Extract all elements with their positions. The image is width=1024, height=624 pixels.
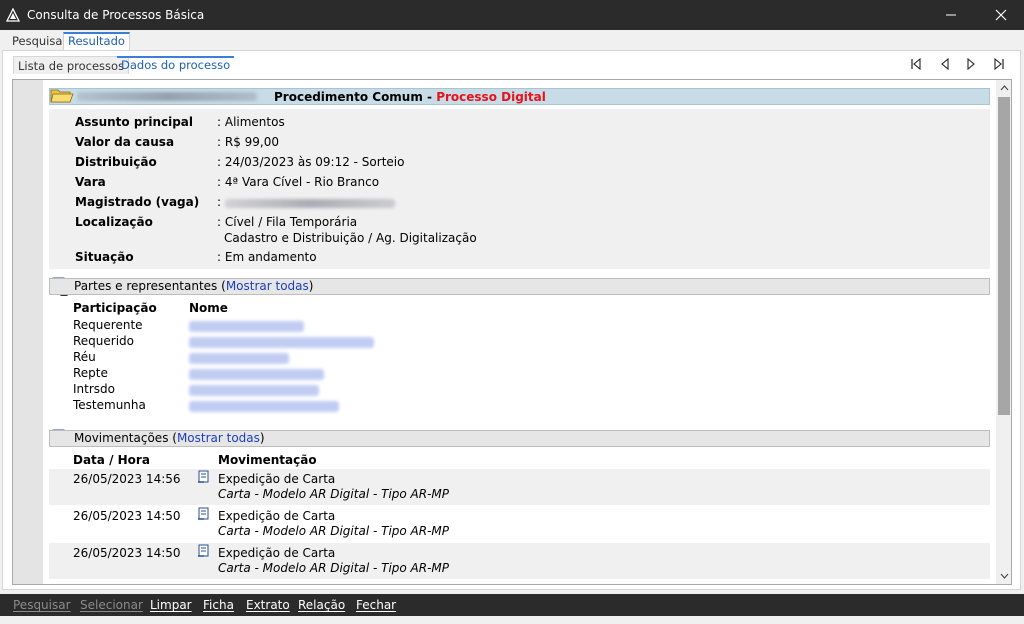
movement-date: 26/05/2023 14:50 bbox=[73, 546, 181, 560]
field-label: Valor da causa bbox=[75, 135, 175, 149]
minimize-button[interactable] bbox=[928, 0, 974, 30]
result-panel: Lista de processos Dados do processo Pro… bbox=[2, 50, 1021, 590]
scrollbar-thumb[interactable] bbox=[998, 97, 1010, 415]
process-number-redacted bbox=[77, 92, 257, 101]
field-value: : R$ 99,00 bbox=[217, 135, 279, 149]
movement-title: Expedição de Carta bbox=[218, 509, 336, 523]
movement-detail: Carta - Modelo AR Digital - Tipo AR-MP bbox=[218, 561, 450, 575]
field-label: Distribuição bbox=[75, 155, 157, 169]
field-label: Magistrado (vaga) bbox=[75, 195, 200, 209]
partes-title-close: ) bbox=[308, 279, 314, 293]
movement-date: 26/05/2023 14:50 bbox=[73, 509, 181, 523]
movement-detail: Carta - Modelo AR Digital - Tipo AR-MP bbox=[218, 487, 450, 501]
vertical-scrollbar[interactable] bbox=[996, 80, 1011, 584]
party-name-redacted[interactable] bbox=[189, 353, 289, 364]
process-info-box: Assunto principal : Alimentos Valor da c… bbox=[49, 109, 990, 269]
movimentacoes-section-header: Movimentações (Mostrar todas) bbox=[49, 430, 990, 447]
scroll-down-icon[interactable] bbox=[996, 568, 1011, 584]
field-value: : 24/03/2023 às 09:12 - Sorteio bbox=[217, 155, 405, 169]
first-page-icon bbox=[911, 58, 921, 70]
tab-resultado[interactable]: Resultado bbox=[63, 32, 130, 50]
field-value: : Cível / Fila Temporária bbox=[217, 215, 358, 229]
document-icon[interactable] bbox=[197, 544, 211, 558]
next-record-button[interactable] bbox=[963, 56, 979, 72]
movement-title: Expedição de Carta bbox=[218, 472, 336, 486]
open-folder-icon bbox=[49, 85, 75, 105]
col-data-hora: Data / Hora bbox=[73, 453, 150, 467]
fechar-button[interactable]: Fechar bbox=[356, 598, 396, 612]
party-role: Réu bbox=[73, 350, 96, 364]
party-role: Intrsdo bbox=[73, 382, 115, 396]
app-logo-icon bbox=[6, 8, 20, 22]
party-role: Requerido bbox=[73, 334, 135, 348]
last-record-button[interactable] bbox=[991, 56, 1007, 72]
col-movimentacao: Movimentação bbox=[218, 453, 317, 467]
partes-section-header: Partes e representantes (Mostrar todas) bbox=[49, 278, 990, 295]
left-gutter bbox=[13, 80, 43, 584]
field-value: : bbox=[217, 195, 222, 209]
window-title: Consulta de Processos Básica bbox=[27, 8, 205, 22]
party-name-redacted[interactable] bbox=[189, 337, 374, 348]
close-icon bbox=[995, 9, 1007, 21]
main-tabs: Pesquisa Resultado bbox=[0, 30, 1024, 50]
subtab-lista-processos[interactable]: Lista de processos bbox=[13, 56, 130, 74]
partes-show-all-link[interactable]: Mostrar todas bbox=[226, 279, 309, 293]
last-page-icon bbox=[994, 58, 1004, 70]
party-role: Testemunha bbox=[73, 398, 146, 412]
partes-section-title: Partes e representantes ( bbox=[74, 279, 226, 293]
field-label: Vara bbox=[75, 175, 106, 189]
title-bar: Consulta de Processos Básica bbox=[0, 0, 1024, 30]
field-label: Assunto principal bbox=[75, 115, 194, 129]
party-role: Repte bbox=[73, 366, 108, 380]
movimentacoes-title-close: ) bbox=[259, 431, 265, 445]
movement-row[interactable]: 26/05/2023 14:56 Expedição de Carta Cart… bbox=[49, 469, 990, 505]
field-label: Localização bbox=[75, 215, 153, 229]
field-label: Situação bbox=[75, 250, 134, 264]
digital-process-badge: Processo Digital bbox=[436, 90, 546, 104]
previous-icon bbox=[941, 58, 949, 70]
tab-pesquisa[interactable]: Pesquisa bbox=[8, 32, 66, 50]
extrato-button[interactable]: Extrato bbox=[246, 598, 290, 612]
movement-row[interactable]: 26/05/2023 14:50 Expedição de Carta Cart… bbox=[49, 543, 990, 579]
minimize-icon bbox=[946, 14, 956, 16]
first-record-button[interactable] bbox=[908, 56, 924, 72]
party-name-redacted[interactable] bbox=[189, 401, 339, 412]
movement-date: 26/05/2023 14:56 bbox=[73, 472, 181, 486]
ficha-button[interactable]: Ficha bbox=[203, 598, 234, 612]
previous-record-button[interactable] bbox=[937, 56, 953, 72]
magistrate-name-redacted bbox=[225, 199, 395, 208]
field-value: : Alimentos bbox=[217, 115, 285, 129]
document-icon[interactable] bbox=[197, 470, 211, 484]
process-class-separator: - bbox=[422, 90, 437, 104]
movement-title: Expedição de Carta bbox=[218, 546, 336, 560]
field-value: : Em andamento bbox=[217, 250, 317, 264]
document-icon[interactable] bbox=[197, 507, 211, 521]
party-name-redacted[interactable] bbox=[189, 321, 304, 332]
next-icon bbox=[967, 58, 975, 70]
process-details: Procedimento Comum - Processo Digital As… bbox=[12, 79, 1012, 585]
bottom-toolbar: Pesquisar Selecionar Limpar Ficha Extrat… bbox=[0, 594, 1024, 616]
limpar-button[interactable]: Limpar bbox=[150, 598, 192, 612]
movimentacoes-section-title: Movimentações ( bbox=[74, 431, 177, 445]
close-button[interactable] bbox=[978, 0, 1024, 30]
party-name-redacted[interactable] bbox=[189, 385, 319, 396]
field-value: : 4ª Vara Cível - Rio Branco bbox=[217, 175, 380, 189]
movimentacoes-show-all-link[interactable]: Mostrar todas bbox=[177, 431, 260, 445]
process-class: Procedimento Comum bbox=[274, 90, 423, 104]
party-name-redacted[interactable] bbox=[189, 369, 324, 380]
pesquisar-button[interactable]: Pesquisar bbox=[13, 598, 71, 612]
field-value: Cadastro e Distribuição / Ag. Digitaliza… bbox=[224, 231, 477, 245]
party-role: Requerente bbox=[73, 318, 143, 332]
col-participacao: Participação bbox=[73, 301, 157, 315]
movement-row[interactable]: 26/05/2023 14:50 Expedição de Carta Cart… bbox=[49, 506, 990, 542]
selecionar-button[interactable]: Selecionar bbox=[80, 598, 143, 612]
relacao-button[interactable]: Relação bbox=[298, 598, 345, 612]
scroll-up-icon[interactable] bbox=[996, 80, 1011, 96]
movement-detail: Carta - Modelo AR Digital - Tipo AR-MP bbox=[218, 524, 450, 538]
col-nome: Nome bbox=[189, 301, 228, 315]
process-class-title: Procedimento Comum - Processo Digital bbox=[274, 90, 546, 104]
subtab-dados-processo[interactable]: Dados do processo bbox=[117, 56, 235, 74]
status-strip bbox=[0, 616, 1024, 624]
